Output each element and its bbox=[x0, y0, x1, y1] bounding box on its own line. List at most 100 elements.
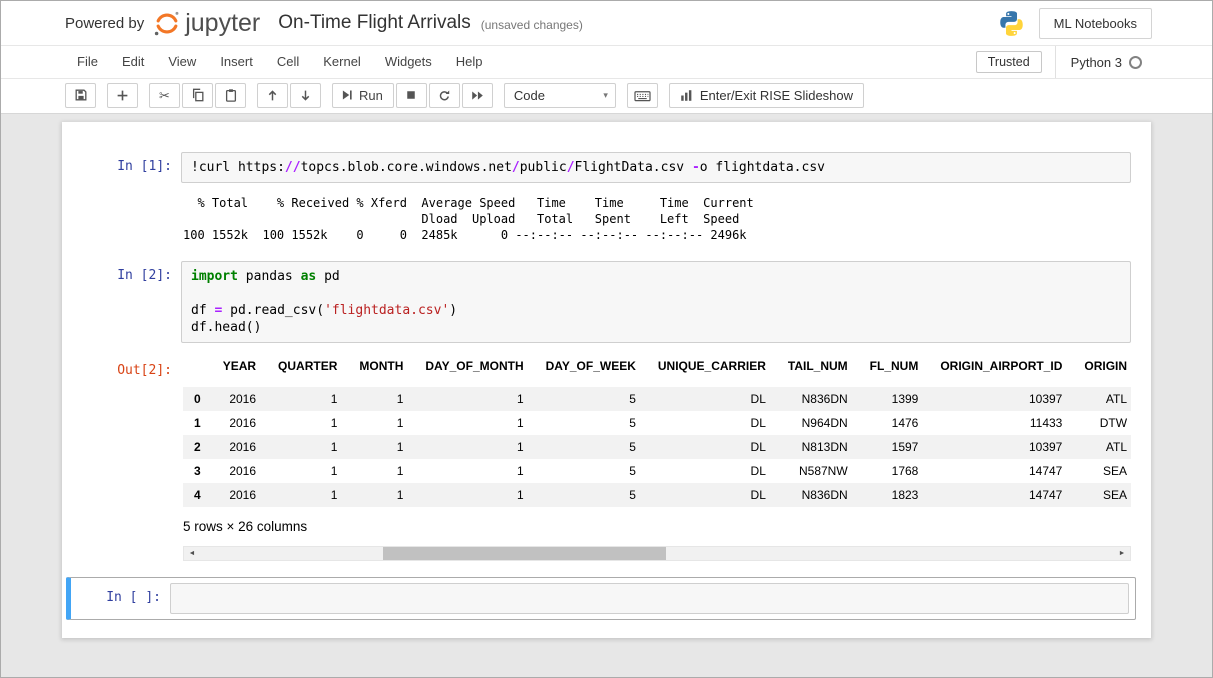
ml-notebooks-button[interactable]: ML Notebooks bbox=[1039, 8, 1152, 39]
add-cell-button[interactable] bbox=[107, 83, 138, 108]
table-cell: SEA bbox=[1073, 459, 1131, 483]
code-token: pd bbox=[316, 269, 339, 284]
table-cell: DL bbox=[647, 411, 777, 435]
table-row: 420161115DLN836DN182314747SEA... bbox=[183, 483, 1131, 507]
column-header: DAY_OF_MONTH bbox=[414, 353, 534, 387]
column-header: DAY_OF_WEEK bbox=[535, 353, 647, 387]
code-cell-2[interactable]: In [2]: import pandas as pd df = pd.read… bbox=[76, 257, 1131, 347]
code-token: - bbox=[692, 160, 700, 175]
scissors-icon: ✂ bbox=[159, 89, 170, 102]
table-cell: 1823 bbox=[859, 483, 930, 507]
table-cell: 14747 bbox=[929, 459, 1073, 483]
jupyter-logo[interactable]: jupyter bbox=[153, 9, 260, 38]
save-button[interactable] bbox=[65, 83, 96, 108]
code-token: as bbox=[301, 269, 317, 284]
empty-code-cell[interactable]: In [ ]: bbox=[66, 577, 1136, 620]
notebook-title[interactable]: On-Time Flight Arrivals bbox=[278, 12, 471, 34]
code-token: import bbox=[191, 269, 238, 284]
menu-item-view[interactable]: View bbox=[156, 46, 208, 78]
scroll-left-button[interactable]: ◄ bbox=[184, 547, 200, 560]
table-cell: 1 bbox=[267, 387, 348, 411]
input-prompt-1: In [1]: bbox=[76, 152, 181, 174]
header: Powered by jupyter On-Time Flight Arriva… bbox=[1, 1, 1212, 46]
menu-item-widgets[interactable]: Widgets bbox=[373, 46, 444, 78]
scrollbar-track[interactable] bbox=[200, 547, 1114, 560]
menu-item-edit[interactable]: Edit bbox=[110, 46, 156, 78]
code-input-3[interactable] bbox=[170, 583, 1129, 614]
scroll-right-button[interactable]: ► bbox=[1114, 547, 1130, 560]
menu-item-help[interactable]: Help bbox=[444, 46, 495, 78]
table-row: 120161115DLN964DN147611433DTW... bbox=[183, 411, 1131, 435]
table-cell: 1476 bbox=[859, 411, 930, 435]
dataframe-table: YEARQUARTERMONTHDAY_OF_MONTHDAY_OF_WEEKU… bbox=[183, 353, 1131, 507]
cell-type-dropdown[interactable]: Code ▾ bbox=[504, 83, 616, 108]
jupyter-logo-text: jupyter bbox=[185, 9, 260, 38]
code-editor-2[interactable]: import pandas as pd df = pd.read_csv('fl… bbox=[191, 268, 1121, 336]
cut-cell-button[interactable]: ✂ bbox=[149, 83, 180, 108]
restart-run-all-button[interactable] bbox=[462, 83, 493, 108]
scrollbar-thumb[interactable] bbox=[383, 547, 666, 560]
row-index-cell: 4 bbox=[183, 483, 212, 507]
dataframe-head-row: YEARQUARTERMONTHDAY_OF_MONTHDAY_OF_WEEKU… bbox=[183, 353, 1131, 387]
table-cell: SEA bbox=[1073, 483, 1131, 507]
restart-kernel-button[interactable] bbox=[429, 83, 460, 108]
code-input-2[interactable]: import pandas as pd df = pd.read_csv('fl… bbox=[181, 261, 1131, 343]
code-token: FlightData.csv bbox=[575, 160, 692, 175]
table-cell: 1 bbox=[348, 387, 414, 411]
notebook-scroll-area[interactable]: In [1]: !curl https://topcs.blob.core.wi… bbox=[1, 114, 1212, 677]
table-cell: DL bbox=[647, 459, 777, 483]
python-logo-icon bbox=[998, 10, 1025, 37]
code-editor-3[interactable] bbox=[180, 590, 1119, 607]
code-cell-1[interactable]: In [1]: !curl https://topcs.blob.core.wi… bbox=[76, 148, 1131, 187]
command-palette-button[interactable] bbox=[627, 83, 658, 108]
table-cell: N836DN bbox=[777, 387, 859, 411]
table-row: 320161115DLN587NW176814747SEA... bbox=[183, 459, 1131, 483]
menu-item-file[interactable]: File bbox=[65, 46, 110, 78]
chevron-down-icon: ▾ bbox=[603, 90, 608, 101]
column-header: YEAR bbox=[212, 353, 267, 387]
fast-forward-icon bbox=[471, 89, 484, 102]
table-cell: 1597 bbox=[859, 435, 930, 459]
table-cell: DL bbox=[647, 387, 777, 411]
restart-icon bbox=[438, 89, 451, 102]
column-header bbox=[183, 353, 212, 387]
paste-cell-button[interactable] bbox=[215, 83, 246, 108]
move-cell-down-button[interactable] bbox=[290, 83, 321, 108]
table-row: 220161115DLN813DN159710397ATL... bbox=[183, 435, 1131, 459]
menubar-divider bbox=[1055, 46, 1056, 78]
column-header: MONTH bbox=[348, 353, 414, 387]
copy-cell-button[interactable] bbox=[182, 83, 213, 108]
menu-item-cell[interactable]: Cell bbox=[265, 46, 311, 78]
keyboard-icon bbox=[634, 88, 651, 103]
run-label: Run bbox=[359, 88, 383, 103]
table-cell: 2016 bbox=[212, 411, 267, 435]
dataframe-summary: 5 rows × 26 columns bbox=[183, 519, 1131, 534]
dataframe-body: 020161115DLN836DN139910397ATL...12016111… bbox=[183, 387, 1131, 507]
move-cell-up-button[interactable] bbox=[257, 83, 288, 108]
code-editor-1[interactable]: !curl https://topcs.blob.core.windows.ne… bbox=[191, 159, 1121, 176]
column-header: QUARTER bbox=[267, 353, 348, 387]
trusted-badge[interactable]: Trusted bbox=[976, 51, 1042, 73]
horizontal-scrollbar[interactable]: ◄ ► bbox=[183, 546, 1131, 561]
interrupt-kernel-button[interactable] bbox=[396, 83, 427, 108]
table-cell: N836DN bbox=[777, 483, 859, 507]
dataframe-scroll-area[interactable]: YEARQUARTERMONTHDAY_OF_MONTHDAY_OF_WEEKU… bbox=[183, 353, 1131, 507]
table-cell: DL bbox=[647, 483, 777, 507]
table-cell: 5 bbox=[535, 435, 647, 459]
arrow-down-icon bbox=[299, 89, 312, 102]
rise-slideshow-button[interactable]: Enter/Exit RISE Slideshow bbox=[669, 83, 864, 108]
code-token: topcs.blob.core.windows.net bbox=[301, 160, 512, 175]
table-cell: 1768 bbox=[859, 459, 930, 483]
cell-type-value: Code bbox=[514, 88, 545, 103]
code-input-1[interactable]: !curl https://topcs.blob.core.windows.ne… bbox=[181, 152, 1131, 183]
menu-item-kernel[interactable]: Kernel bbox=[311, 46, 373, 78]
run-cell-button[interactable]: Run bbox=[332, 83, 394, 108]
powered-by-label: Powered by bbox=[65, 15, 144, 32]
row-index-cell: 1 bbox=[183, 411, 212, 435]
menu-item-insert[interactable]: Insert bbox=[208, 46, 265, 78]
code-token: pandas bbox=[238, 269, 301, 284]
table-cell: 1 bbox=[348, 435, 414, 459]
bar-chart-icon bbox=[680, 89, 693, 102]
table-cell: 10397 bbox=[929, 387, 1073, 411]
output-prompt-2: Out[2]: bbox=[76, 347, 181, 378]
